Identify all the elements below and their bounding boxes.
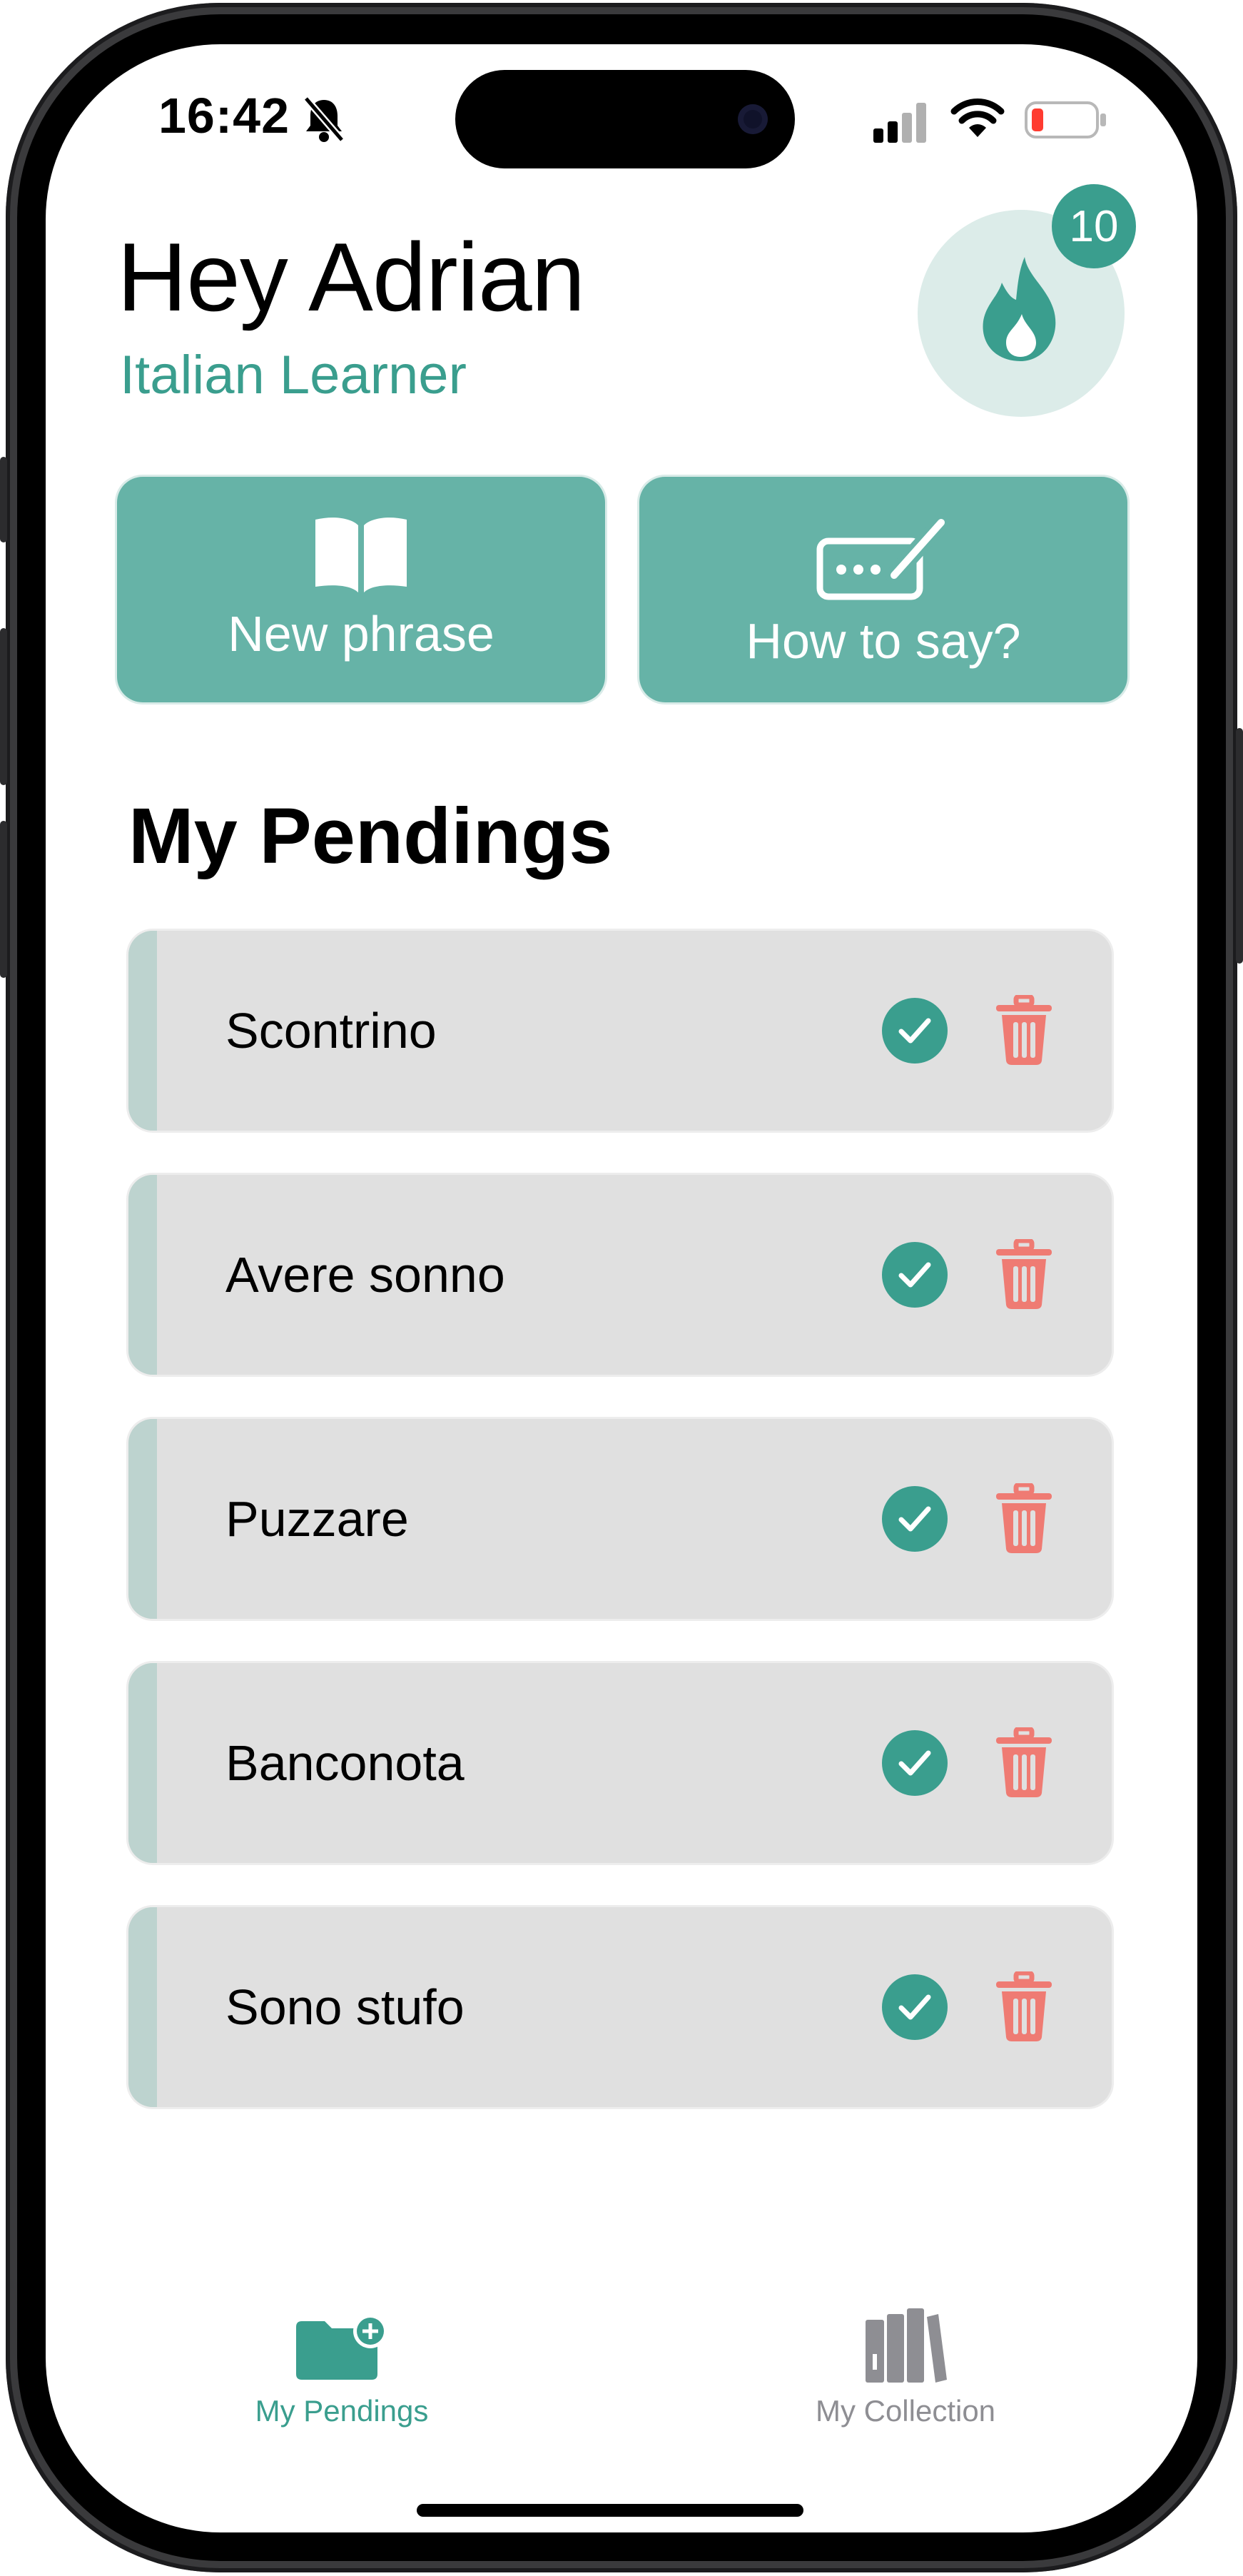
side-button [0, 628, 7, 785]
mark-learned-button[interactable] [882, 1974, 948, 2040]
mark-learned-button[interactable] [882, 1242, 948, 1308]
tab-my-collection-label: My Collection [815, 2394, 996, 2428]
folder-plus-icon [296, 2314, 387, 2380]
dynamic-island [455, 70, 795, 168]
pending-row[interactable]: Sono stufo [128, 1907, 1112, 2107]
row-accent-bar [128, 1907, 157, 2107]
learner-subtitle: Italian Learner [120, 345, 467, 405]
flame-icon [983, 257, 1056, 361]
streak-count-badge: 10 [1052, 184, 1136, 268]
checkmark-icon [898, 1506, 931, 1532]
pending-phrase: Banconota [225, 1735, 465, 1791]
mark-learned-button[interactable] [882, 1486, 948, 1552]
checkmark-icon [898, 1262, 931, 1288]
row-accent-bar [128, 1663, 157, 1863]
pending-row[interactable]: Banconota [128, 1663, 1112, 1863]
pending-phrase: Puzzare [225, 1491, 409, 1547]
trash-icon[interactable] [993, 1239, 1055, 1310]
home-indicator [417, 2504, 803, 2517]
battery-icon [1025, 101, 1106, 138]
pendings-section-title: My Pendings [128, 792, 613, 880]
open-book-icon [315, 517, 407, 592]
cellular-signal-icon [873, 103, 926, 143]
camera-icon [738, 104, 768, 134]
new-phrase-button[interactable]: New phrase [117, 477, 605, 702]
row-accent-bar [128, 1175, 157, 1375]
keyboard-pen-icon [816, 514, 950, 600]
pending-row[interactable]: Avere sonno [128, 1175, 1112, 1375]
side-button [0, 457, 7, 542]
status-time: 16:42 [158, 88, 290, 143]
pending-phrase: Avere sonno [225, 1247, 505, 1303]
checkmark-icon [898, 1018, 931, 1044]
app-screen: 16:42 Hey Adrian Italian Learner 10 New … [46, 44, 1197, 2532]
bell-slash-icon [303, 96, 345, 143]
trash-icon[interactable] [993, 1727, 1055, 1799]
pending-phrase: Sono stufo [225, 1979, 465, 2035]
pending-row[interactable]: Puzzare [128, 1419, 1112, 1619]
greeting-title: Hey Adrian [117, 223, 585, 331]
mark-learned-button[interactable] [882, 998, 948, 1064]
wifi-icon [950, 99, 1005, 137]
row-accent-bar [128, 931, 157, 1131]
trash-icon[interactable] [993, 1483, 1055, 1555]
row-accent-bar [128, 1419, 157, 1619]
tab-my-pendings[interactable]: My Pendings [224, 2313, 460, 2428]
new-phrase-label: New phrase [228, 606, 494, 662]
trash-icon[interactable] [993, 995, 1055, 1066]
tab-my-collection[interactable]: My Collection [773, 2307, 1037, 2428]
checkmark-icon [898, 1994, 931, 2020]
side-button [0, 821, 7, 978]
mark-learned-button[interactable] [882, 1730, 948, 1796]
checkmark-icon [898, 1750, 931, 1776]
books-icon [866, 2308, 947, 2383]
how-to-say-label: How to say? [746, 613, 1021, 669]
pending-row[interactable]: Scontrino [128, 931, 1112, 1131]
tab-my-pendings-label: My Pendings [255, 2394, 429, 2428]
trash-icon[interactable] [993, 1971, 1055, 2043]
pending-phrase: Scontrino [225, 1003, 437, 1059]
how-to-say-button[interactable]: How to say? [639, 477, 1127, 702]
side-button [1236, 728, 1243, 964]
